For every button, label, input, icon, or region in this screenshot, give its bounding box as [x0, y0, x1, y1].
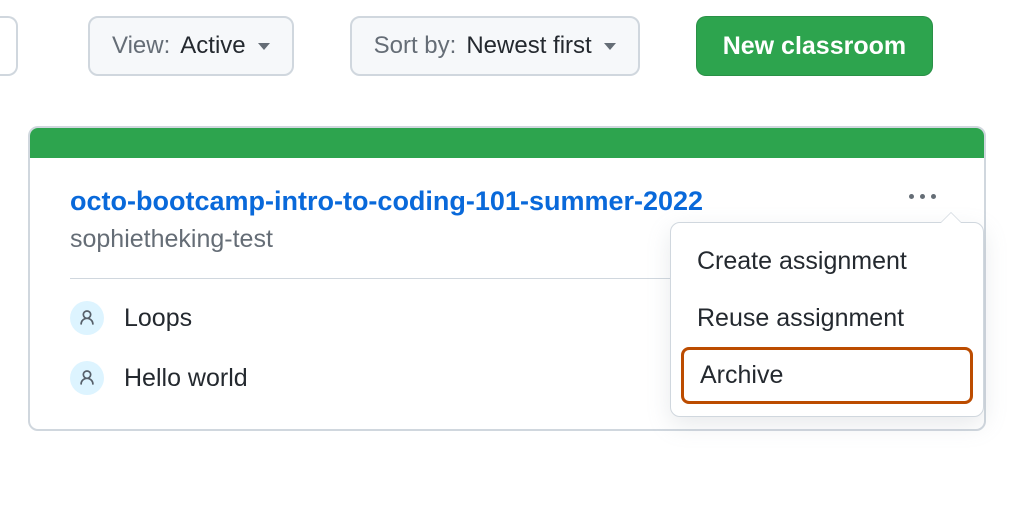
- view-value: Active: [180, 32, 245, 60]
- view-prefix: View:: [112, 32, 170, 60]
- assignment-name: Loops: [124, 304, 192, 333]
- menu-item-create-assignment[interactable]: Create assignment: [671, 233, 983, 290]
- classroom-actions-menu: Create assignment Reuse assignment Archi…: [670, 222, 984, 417]
- classroom-title-link[interactable]: octo-bootcamp-intro-to-coding-101-summer…: [70, 186, 703, 217]
- caret-down-icon: [604, 43, 616, 50]
- sort-value: Newest first: [466, 32, 591, 60]
- menu-item-archive[interactable]: Archive: [681, 347, 973, 404]
- card-header: octo-bootcamp-intro-to-coding-101-summer…: [30, 158, 984, 217]
- new-classroom-button[interactable]: New classroom: [696, 16, 933, 76]
- person-icon: [70, 361, 104, 395]
- sort-dropdown[interactable]: Sort by: Newest first: [350, 16, 640, 76]
- cutoff-control: [0, 16, 18, 76]
- caret-down-icon: [258, 43, 270, 50]
- card-color-band: [30, 128, 984, 158]
- menu-item-reuse-assignment[interactable]: Reuse assignment: [671, 290, 983, 347]
- toolbar: View: Active Sort by: Newest first New c…: [0, 0, 1014, 76]
- view-dropdown[interactable]: View: Active: [88, 16, 294, 76]
- assignment-name: Hello world: [124, 364, 248, 393]
- classroom-card: octo-bootcamp-intro-to-coding-101-summer…: [28, 126, 986, 431]
- sort-prefix: Sort by:: [374, 32, 457, 60]
- kebab-horizontal-icon[interactable]: [901, 186, 944, 207]
- new-classroom-label: New classroom: [723, 32, 906, 61]
- person-icon: [70, 301, 104, 335]
